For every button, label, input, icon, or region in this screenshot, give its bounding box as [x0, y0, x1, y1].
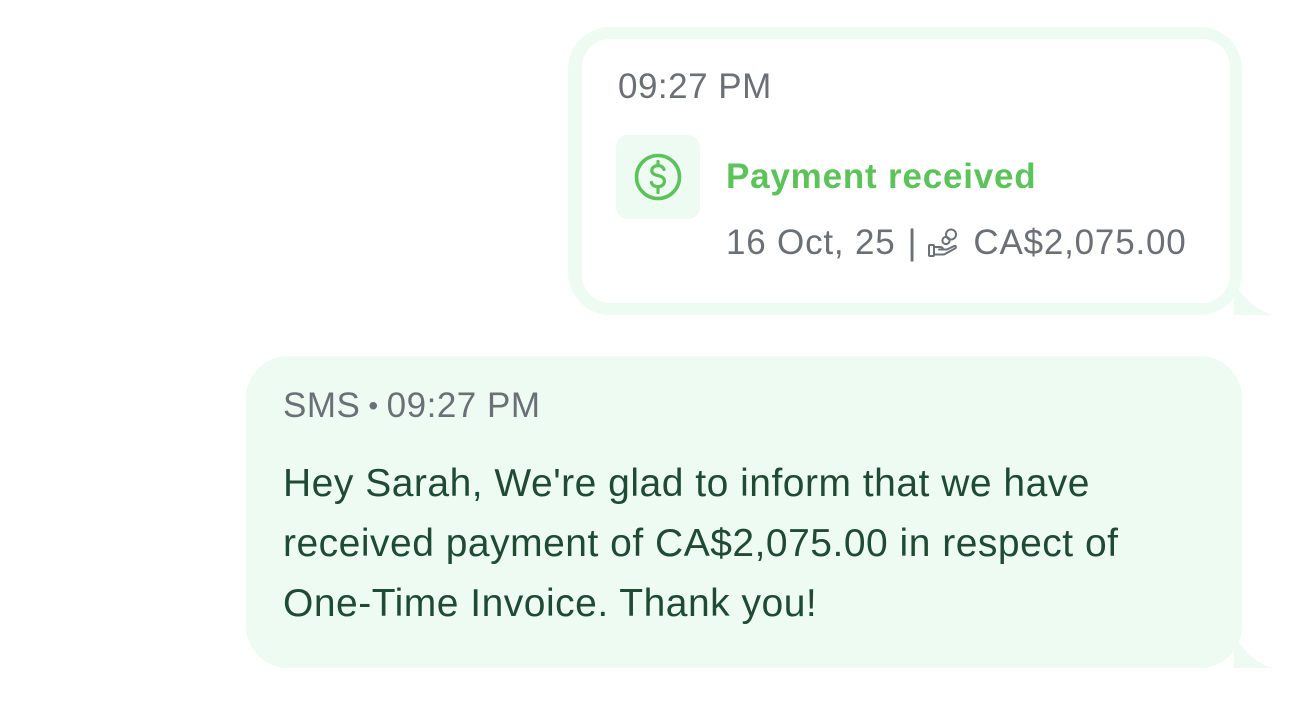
- event-timestamp: 09:27 PM: [618, 67, 772, 106]
- event-details: 16 Oct, 25 | CA$2,075.00: [726, 223, 1187, 263]
- sms-timestamp: 09:27 PM: [386, 386, 541, 425]
- hand-coins-icon: [927, 226, 961, 260]
- sms-message-text: Hey Sarah, We're glad to inform that we …: [283, 462, 1119, 625]
- conversation-thread: 09:27 PM Payment received 16 Oct, 25 | C…: [0, 0, 1290, 705]
- dot-separator: •: [368, 390, 379, 421]
- event-title: Payment received: [726, 157, 1037, 196]
- event-amount: CA$2,075.00: [973, 223, 1187, 262]
- bubble-tail: [1234, 636, 1272, 668]
- separator: |: [907, 223, 918, 262]
- channel-label: SMS: [283, 386, 361, 425]
- sms-message-bubble[interactable]: SMS • 09:27 PM Hey Sarah, We're glad to …: [246, 356, 1242, 668]
- sms-meta: SMS • 09:27 PM: [283, 386, 540, 426]
- dollar-circle-icon: [616, 135, 700, 219]
- bubble-tail: [1234, 283, 1272, 315]
- payment-event-card[interactable]: 09:27 PM Payment received 16 Oct, 25 | C…: [582, 39, 1230, 303]
- event-date: 16 Oct, 25: [726, 223, 896, 262]
